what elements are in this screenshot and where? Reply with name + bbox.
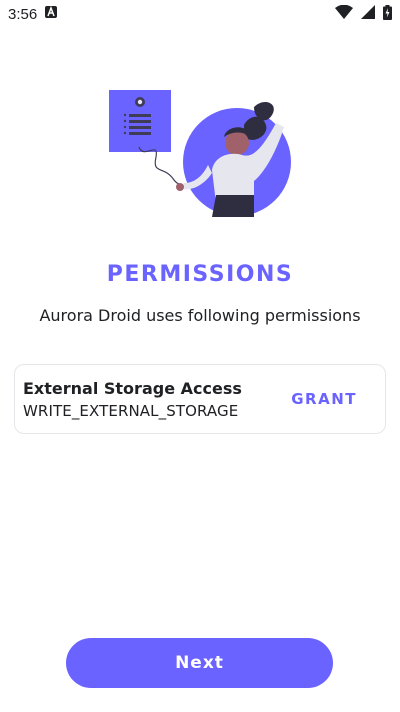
- page-title: PERMISSIONS: [106, 262, 294, 287]
- battery-charging-icon: [383, 4, 392, 24]
- notification-a-icon: [45, 5, 58, 22]
- wifi-icon: [335, 4, 353, 23]
- status-time: 3:56: [8, 5, 38, 23]
- status-bar: 3:56: [0, 0, 400, 28]
- next-button[interactable]: Next: [66, 638, 333, 688]
- page-subtitle: Aurora Droid uses following permissions: [39, 306, 361, 325]
- signal-icon: [361, 5, 375, 23]
- permission-identifier: WRITE_EXTERNAL_STORAGE: [23, 401, 239, 420]
- permission-card: External Storage Access WRITE_EXTERNAL_S…: [14, 364, 386, 434]
- status-left: 3:56: [8, 5, 58, 23]
- status-right: [335, 4, 392, 24]
- permissions-illustration: [104, 85, 304, 225]
- permission-title: External Storage Access: [23, 378, 242, 398]
- permission-text: External Storage Access WRITE_EXTERNAL_S…: [23, 379, 277, 420]
- grant-button[interactable]: GRANT: [277, 384, 371, 414]
